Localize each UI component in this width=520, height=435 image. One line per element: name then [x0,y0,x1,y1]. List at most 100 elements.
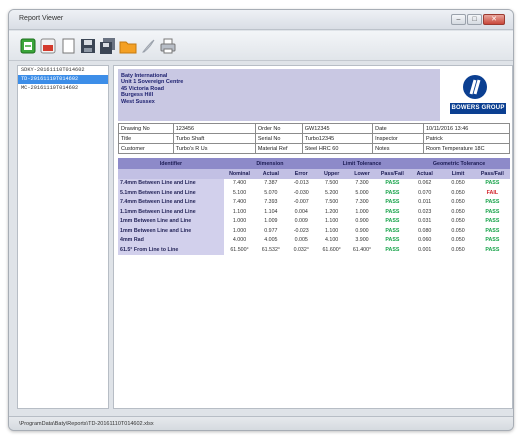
pass-status: PASS [485,180,500,187]
company-address: Baty International Unit 1 Sovereign Cent… [121,73,183,105]
identifier-header: Identifier [118,158,224,169]
info-value: Turbo's R Us [172,143,256,154]
report-list-item[interactable]: SDKY-20161110T014602 [18,66,108,75]
measurement-value: 0.011 [418,199,432,206]
measurement-value: -0.013 [293,180,309,187]
measurement-value: 61.400° [352,246,372,253]
measurement-value: 0.050 [451,180,465,187]
info-label: Serial No [254,133,303,144]
measurement-value: -0.007 [293,199,309,206]
measurement-value: 61.532° [261,246,281,253]
email-button[interactable] [139,37,157,55]
report-document: Baty International Unit 1 Sovereign Cent… [113,65,513,409]
pass-status: PASS [485,237,500,244]
measurement-value: 0.050 [451,237,465,244]
info-label: Title [118,133,174,144]
window-title: Report Viewer [19,15,64,22]
minimize-button[interactable]: – [451,14,466,25]
save-button[interactable] [79,37,97,55]
measurement-value: 1.100 [325,218,339,225]
table-row: 1.1mm Between Line and Line 1.100 1.104 0.0… [118,207,510,217]
pass-status: PASS [385,199,400,206]
measurement-value: 0.050 [451,218,465,225]
info-value: GW12345 [301,123,374,134]
maximize-button[interactable]: □ [467,14,482,25]
table-row: 5.1mm Between Line and Line 5.100 5.070 -0.… [118,188,510,198]
measurement-value: 1.009 [264,218,278,225]
geometric-tolerance-header: Geometric Tolerance [408,158,510,169]
open-file-icon [20,38,36,54]
orange-folder-icon [119,41,137,54]
close-button[interactable]: ✕ [483,14,505,25]
table-row: 7.4mm Between Line and Line 7.400 7.393 -0.… [118,197,510,207]
print-button[interactable] [159,37,177,55]
pass-status: PASS [385,208,400,215]
feature-identifier: 7.4mm Between Line and Line [118,178,224,188]
pass-status: PASS [385,189,400,196]
pass-status: PASS [385,227,400,234]
info-label: Drawing No [118,123,174,134]
measurement-value: 0.009 [294,218,308,225]
report-list-item-selected[interactable]: TD-20161110T014602 [18,75,108,84]
measurement-value: 0.001 [418,246,432,253]
info-row: Title Turbo Shaft Serial No Turbo12345 Inspe… [118,133,511,144]
measurement-value: 5.000 [355,189,369,196]
feature-identifier: 7.4mm Between Line and Line [118,197,224,207]
measurement-value: 4.100 [325,237,339,244]
measurement-value: 0.080 [418,227,432,234]
report-list-item[interactable]: MC-20161110T014602 [18,84,108,93]
measurement-value: 0.050 [451,189,465,196]
new-blank-button[interactable] [59,37,77,55]
pass-status: PASS [385,218,400,225]
measurement-value: 0.070 [418,189,432,196]
feature-identifier: 61.5° From Line to Line [118,245,224,255]
window-controls: – □ ✕ [451,14,505,25]
pass-status: PASS [485,227,500,234]
info-label: Material Ref [254,143,303,154]
measurement-value: 1.100 [325,227,339,234]
feature-identifier: 1mm Between Line and Line [118,226,224,236]
measurement-value: 7.300 [355,199,369,206]
measurement-value: 5.200 [325,189,339,196]
info-value: 10/11/2016 13:46 [422,123,511,134]
info-label: Notes [372,143,424,154]
open-pdf-button[interactable] [39,37,57,55]
report-list: SDKY-20161110T014602 TD-20161110T014602 … [17,65,109,409]
measurement-value: 1.104 [264,208,278,215]
results-table: Identifier Dimension Limit Tolerance Geo… [118,158,510,255]
measurement-value: 3.900 [355,237,369,244]
measurement-value: 0.050 [451,227,465,234]
info-label: Order No [254,123,303,134]
info-label: Date [372,123,424,134]
measurement-value: 0.900 [355,218,369,225]
column-header: Error [286,169,316,179]
info-value: Turbo12345 [301,133,374,144]
measurement-value: 61.600° [322,246,341,253]
measurement-value: 0.062 [418,180,432,187]
title-bar[interactable]: Report Viewer – □ ✕ [9,10,513,30]
info-label: Inspector [372,133,424,144]
feature-identifier: 1mm Between Line and Line [118,216,224,226]
logo-text: BOWERS GROUP [450,103,506,114]
dimension-header: Dimension [223,158,316,169]
info-label: Customer [118,143,174,154]
status-bar-path: \ProgramData\Baty\Reports\TD-20161110T01… [9,416,513,430]
column-header-blank [118,169,224,179]
export-button[interactable] [119,37,137,55]
info-value: Room Temperature 18C [422,143,511,154]
feature-identifier: 5.1mm Between Line and Line [118,188,224,198]
measurement-value: 0.005 [294,237,308,244]
measurement-value: 0.977 [264,227,278,234]
report-info-table: Drawing No 123456 Order No GW12345 Date 10/11… [118,123,511,154]
open-green-button[interactable] [19,37,37,55]
measurement-value: 0.050 [451,199,465,206]
save-as-button[interactable] [99,37,117,55]
table-row: 1mm Between Line and Line 1.000 0.977 -0.02… [118,226,510,236]
measurement-value: 1.200 [325,208,339,215]
measurement-value: -0.023 [293,227,309,234]
pass-status: PASS [485,199,500,206]
table-row: 1mm Between Line and Line 1.000 1.009 0.009… [118,216,510,226]
feature-identifier: 4mm Rad [118,235,224,245]
limit-tolerance-header: Limit Tolerance [315,158,409,169]
measurement-value: 7.300 [355,180,369,187]
